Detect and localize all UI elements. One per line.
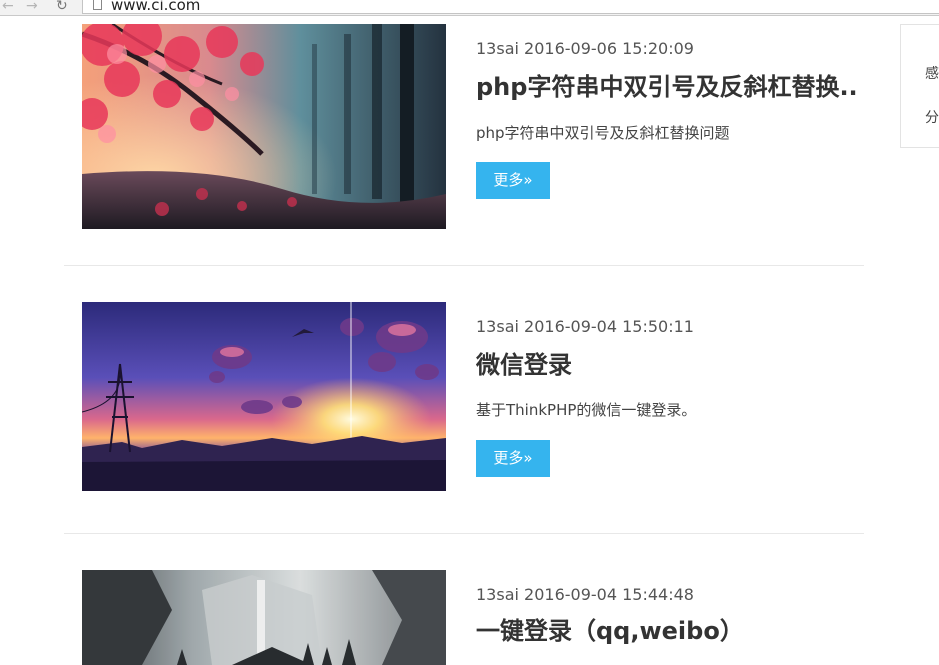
address-bar[interactable]: www.ci.com <box>82 0 939 14</box>
post-card: 13sai 2016-09-04 15:44:48 一键登录（qq,weibo） <box>82 570 862 665</box>
post-title[interactable]: php字符串中双引号及反斜杠替换.. <box>476 67 856 102</box>
more-button[interactable]: 更多» <box>476 162 550 199</box>
post-title[interactable]: 一键登录（qq,weibo） <box>476 611 856 646</box>
back-arrow-icon[interactable]: ← <box>2 0 14 14</box>
reload-icon[interactable]: ↻ <box>56 0 68 14</box>
post-title[interactable]: 微信登录 <box>476 345 856 380</box>
post-meta: 13sai 2016-09-04 15:44:48 <box>476 585 694 604</box>
side-panel-item-2[interactable]: 分 <box>925 107 939 127</box>
page-icon <box>93 0 102 10</box>
more-button[interactable]: 更多» <box>476 440 550 477</box>
post-card: 13sai 2016-09-06 15:20:09 php字符串中双引号及反斜杠… <box>82 24 862 230</box>
post-thumbnail[interactable] <box>82 570 446 665</box>
post-thumbnail[interactable] <box>82 302 446 491</box>
post-excerpt: php字符串中双引号及反斜杠替换问题 <box>476 124 730 142</box>
post-excerpt: 基于ThinkPHP的微信一键登录。 <box>476 401 697 419</box>
side-panel-item-1[interactable]: 感 <box>925 63 939 83</box>
forward-arrow-icon[interactable]: → <box>26 0 38 14</box>
post-thumbnail[interactable] <box>82 24 446 229</box>
post-divider <box>64 533 864 534</box>
sunset-city-image <box>82 302 446 491</box>
autumn-forest-image <box>82 24 446 229</box>
side-share-panel: 感 分 <box>900 24 939 148</box>
browser-toolbar: ← → ↻ www.ci.com <box>0 0 939 16</box>
url-text[interactable]: www.ci.com <box>111 0 200 14</box>
mountain-waterfall-image <box>82 570 446 665</box>
post-meta: 13sai 2016-09-04 15:50:11 <box>476 317 694 336</box>
post-card: 13sai 2016-09-04 15:50:11 微信登录 基于ThinkPH… <box>82 302 862 492</box>
post-meta: 13sai 2016-09-06 15:20:09 <box>476 39 694 58</box>
post-divider <box>64 265 864 266</box>
